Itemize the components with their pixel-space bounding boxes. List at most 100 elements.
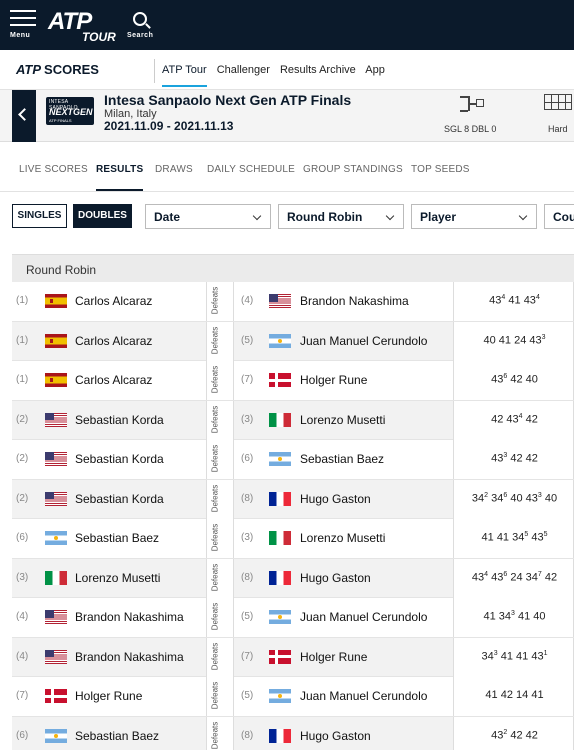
menu-button[interactable]: Menu — [8, 10, 38, 44]
round-select[interactable]: Round Robin — [278, 204, 404, 229]
match-row[interactable]: (6) Sebastian Baez Defeats (3) Lorenzo Muset… — [12, 519, 574, 559]
winner-name[interactable]: Lorenzo Musetti — [75, 571, 160, 585]
match-score[interactable]: 433 42 42 — [453, 440, 574, 479]
match-row[interactable]: (2) Sebastian Korda Defeats (3) Lorenzo Muse… — [12, 400, 574, 440]
set-score: 42 — [500, 689, 513, 701]
loser-name[interactable]: Lorenzo Musetti — [300, 531, 385, 545]
tab-daily-schedule[interactable]: DAILY SCHEDULE — [207, 164, 295, 175]
loser-name[interactable]: Holger Rune — [300, 650, 367, 664]
match-row[interactable]: (6) Sebastian Baez Defeats (8) Hugo Gaston 43… — [12, 716, 574, 750]
winner-name[interactable]: Brandon Nakashima — [75, 610, 184, 624]
defeats-label: Defeats — [210, 484, 220, 512]
link-challenger[interactable]: Challenger — [217, 64, 270, 76]
match-score[interactable]: 42 434 42 — [453, 400, 574, 440]
loser-name[interactable]: Juan Manuel Cerundolo — [300, 689, 427, 703]
set-score: 41 — [481, 531, 494, 544]
winner-name[interactable]: Sebastian Korda — [75, 492, 164, 506]
winner-name[interactable]: Carlos Alcaraz — [75, 373, 152, 387]
tab-top-seeds[interactable]: TOP SEEDS — [411, 164, 470, 175]
tiebreak-score: 5 — [524, 531, 529, 538]
back-button[interactable] — [12, 90, 36, 142]
score-text: 342 346 40 433 40 — [454, 492, 574, 505]
link-atp-tour[interactable]: ATP Tour — [162, 64, 207, 87]
winner-name[interactable]: Sebastian Baez — [75, 531, 159, 545]
singles-toggle[interactable]: SINGLES — [12, 204, 67, 228]
match-score[interactable]: 41 41 345 435 — [453, 519, 574, 558]
logo-text-sub: TOUR — [82, 30, 116, 44]
country-select[interactable]: Cou — [544, 204, 574, 229]
tab-group-standings[interactable]: GROUP STANDINGS — [303, 164, 403, 175]
tiebreak-score: 3 — [511, 610, 515, 617]
match-score[interactable]: 342 346 40 433 40 — [453, 479, 574, 519]
date-select[interactable]: Date — [145, 204, 271, 229]
match-row[interactable]: (7) Holger Rune Defeats (5) Juan Manuel Ceru… — [12, 677, 574, 717]
winner-name[interactable]: Carlos Alcaraz — [75, 294, 152, 308]
match-row[interactable]: (1) Carlos Alcaraz Defeats (7) Holger Rune 43… — [12, 361, 574, 401]
doubles-toggle[interactable]: DOUBLES — [73, 204, 132, 228]
winner-name[interactable]: Sebastian Korda — [75, 452, 164, 466]
match-score[interactable]: 436 42 40 — [453, 361, 574, 400]
winner-flag-icon — [45, 373, 67, 387]
loser-name[interactable]: Hugo Gaston — [300, 571, 371, 585]
set-score: 43 — [491, 729, 504, 742]
loser-name[interactable]: Holger Rune — [300, 373, 367, 387]
match-score[interactable]: 41 343 41 40 — [453, 598, 574, 637]
winner-name[interactable]: Brandon Nakashima — [75, 650, 184, 664]
loser-name[interactable]: Juan Manuel Cerundolo — [300, 334, 427, 348]
set-score: 34 — [471, 492, 485, 505]
set-score: 34 — [481, 650, 494, 663]
tournament-name[interactable]: Intesa Sanpaolo Next Gen ATP Finals — [104, 92, 351, 108]
match-row[interactable]: (2) Sebastian Korda Defeats (8) Hugo Gaston 3… — [12, 479, 574, 519]
set-score: 41 — [498, 334, 512, 347]
link-app[interactable]: App — [365, 64, 385, 76]
loser-name[interactable]: Sebastian Baez — [300, 452, 384, 466]
loser-name[interactable]: Juan Manuel Cerundolo — [300, 610, 427, 624]
tab-results[interactable]: RESULTS — [96, 164, 144, 191]
atp-scores-logo[interactable]: ATP SCORES — [16, 62, 99, 77]
match-row[interactable]: (3) Lorenzo Musetti Defeats (8) Hugo Gaston 4… — [12, 558, 574, 598]
loser-flag-icon — [269, 649, 291, 664]
search-button[interactable]: Search — [126, 10, 160, 44]
player-select[interactable]: Player — [411, 204, 537, 229]
match-score[interactable]: 343 41 41 431 — [453, 637, 574, 677]
round-header: Round Robin — [12, 254, 574, 282]
match-score[interactable]: 434 41 434 — [453, 282, 574, 321]
set-score: 43 — [506, 413, 519, 426]
loser-name[interactable]: Hugo Gaston — [300, 492, 371, 506]
loser-seed: (7) — [241, 374, 254, 385]
match-row[interactable]: (1) Carlos Alcaraz Defeats (4) Brandon Nakas… — [12, 282, 574, 322]
loser-seed: (8) — [241, 492, 254, 504]
atp-tour-logo[interactable]: ATP TOUR — [46, 6, 116, 44]
loser-name[interactable]: Brandon Nakashima — [300, 294, 409, 308]
winner-flag-icon — [45, 610, 67, 624]
loser-name[interactable]: Lorenzo Musetti — [300, 413, 385, 427]
winner-name[interactable]: Holger Rune — [75, 689, 142, 703]
set-score: 24 — [510, 571, 523, 584]
winner-flag-icon — [45, 491, 67, 506]
set-score: 34 — [512, 531, 525, 544]
match-score[interactable]: 40 41 24 433 — [453, 321, 574, 361]
link-results-archive[interactable]: Results Archive — [280, 64, 356, 76]
winner-name[interactable]: Sebastian Korda — [75, 413, 164, 427]
winner-seed: (3) — [16, 571, 29, 583]
match-row[interactable]: (4) Brandon Nakashima Defeats (7) Holger Run… — [12, 637, 574, 677]
winner-name[interactable]: Sebastian Baez — [75, 729, 159, 743]
match-score[interactable]: 434 436 24 347 42 — [453, 558, 574, 598]
score-text: 42 434 42 — [454, 413, 574, 426]
loser-name[interactable]: Hugo Gaston — [300, 729, 371, 743]
defeats-divider: Defeats — [206, 677, 234, 716]
winner-name[interactable]: Carlos Alcaraz — [75, 334, 152, 348]
tiebreak-score: 3 — [493, 649, 498, 657]
match-row[interactable]: (2) Sebastian Korda Defeats (6) Sebastian Ba… — [12, 440, 574, 480]
match-row[interactable]: (1) Carlos Alcaraz Defeats (5) Juan Manuel C… — [12, 321, 574, 361]
match-score[interactable]: 432 42 42 — [453, 716, 574, 750]
match-score[interactable]: 41 42 14 41 — [453, 677, 574, 716]
tiebreak-score: 2 — [503, 728, 508, 736]
match-row[interactable]: (4) Brandon Nakashima Defeats (5) Juan Manue… — [12, 598, 574, 638]
tab-live-scores[interactable]: LIVE SCORES — [19, 164, 88, 175]
round-select-value: Round Robin — [287, 210, 363, 224]
tab-draws[interactable]: DRAWS — [155, 164, 193, 175]
winner-flag-icon — [45, 649, 67, 664]
divider — [154, 59, 155, 83]
loser-seed: (3) — [241, 413, 254, 425]
